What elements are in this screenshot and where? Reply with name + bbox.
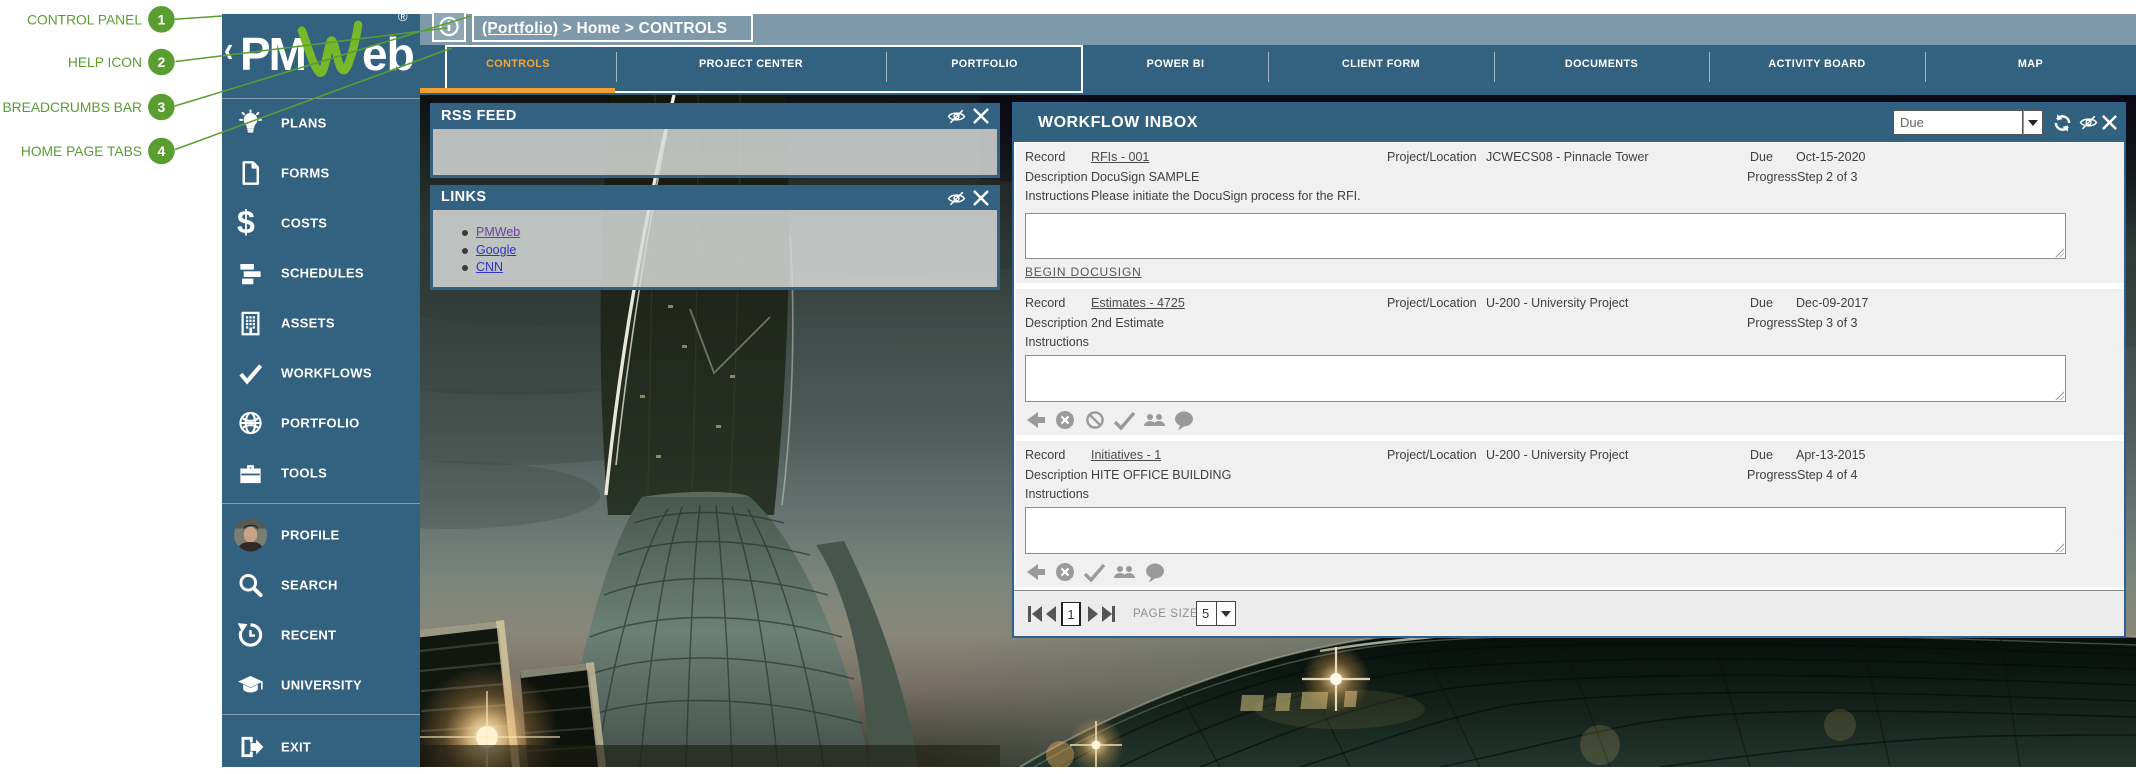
svg-text:HOME PAGE TABS: HOME PAGE TABS [21, 144, 142, 159]
svg-text:1: 1 [1067, 607, 1074, 622]
svg-text:BREADCRUMBS BAR: BREADCRUMBS BAR [2, 100, 142, 115]
svg-text:HELP ICON: HELP ICON [68, 55, 142, 70]
svg-text:1: 1 [158, 11, 166, 27]
svg-text:2: 2 [158, 54, 166, 70]
svg-text:3: 3 [158, 99, 166, 115]
svg-text:4: 4 [158, 143, 166, 159]
svg-text:CONTROL PANEL: CONTROL PANEL [27, 12, 142, 27]
